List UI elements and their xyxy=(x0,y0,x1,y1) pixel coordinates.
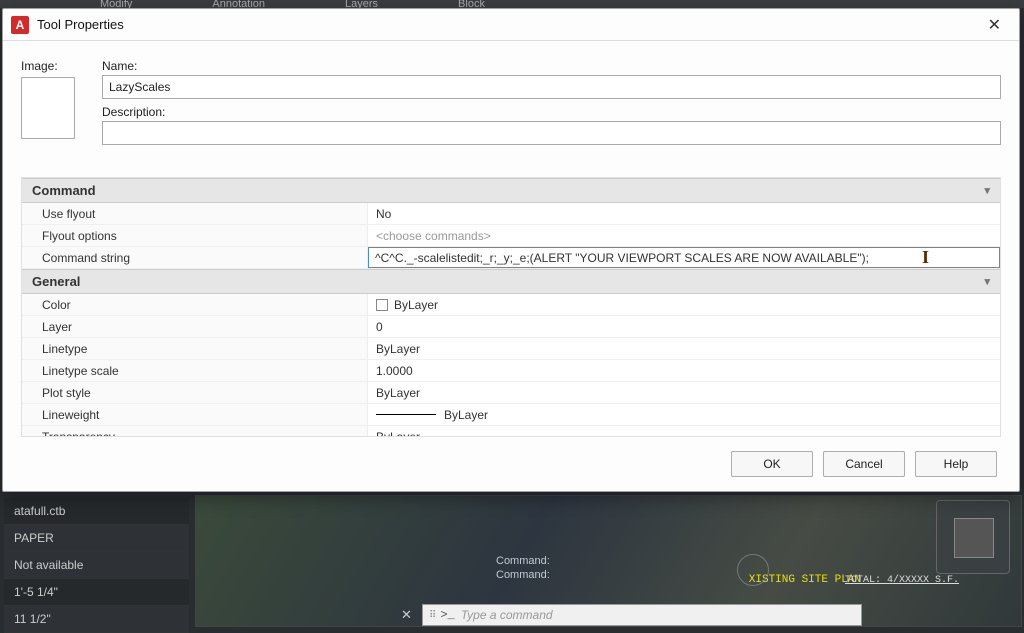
prop-row-flyout-options[interactable]: Flyout options <choose commands> xyxy=(22,225,1000,247)
prop-row-color[interactable]: Color ByLayer xyxy=(22,294,1000,316)
name-input[interactable] xyxy=(102,75,1001,99)
description-label: Description: xyxy=(102,105,1001,119)
list-item[interactable]: Not available xyxy=(4,552,189,579)
color-swatch-icon xyxy=(376,299,388,311)
section-title: Command xyxy=(32,183,96,198)
prop-row-command-string[interactable]: Command string ^C^C._-scalelistedit;_r;_… xyxy=(22,247,1000,269)
prop-value[interactable]: ByLayer xyxy=(368,338,1000,359)
view-cube-face[interactable] xyxy=(954,518,994,558)
prop-value[interactable]: ByLayer xyxy=(368,404,1000,425)
drag-handle-icon[interactable]: ⠿ xyxy=(429,610,436,621)
prop-row-use-flyout[interactable]: Use flyout No xyxy=(22,203,1000,225)
list-item[interactable]: atafull.ctb xyxy=(4,498,189,525)
lineweight-sample-icon xyxy=(376,414,436,415)
description-input[interactable] xyxy=(102,121,1001,145)
section-header-general[interactable]: General ▾ xyxy=(22,269,1000,294)
prop-row-plot-style[interactable]: Plot style ByLayer xyxy=(22,382,1000,404)
list-item[interactable]: PAPER xyxy=(4,525,189,552)
prop-row-lineweight[interactable]: Lineweight ByLayer xyxy=(22,404,1000,426)
chevron-down-icon[interactable]: ▾ xyxy=(984,275,990,288)
prop-label: Linetype scale xyxy=(22,360,368,381)
dialog-buttons: OK Cancel Help xyxy=(3,437,1019,491)
view-cube[interactable] xyxy=(936,500,1010,574)
prop-label: Use flyout xyxy=(22,203,368,224)
command-history: Command: Command: xyxy=(496,554,550,582)
prop-value[interactable]: No xyxy=(368,203,1000,224)
command-string-text: ^C^C._-scalelistedit;_r;_y;_e;(ALERT "YO… xyxy=(375,251,869,265)
ok-button[interactable]: OK xyxy=(731,451,813,477)
prop-value[interactable]: <choose commands> xyxy=(368,225,1000,246)
image-label: Image: xyxy=(21,59,86,73)
chevron-down-icon[interactable]: ▾ xyxy=(984,184,990,197)
prop-row-layer[interactable]: Layer 0 xyxy=(22,316,1000,338)
command-string-input[interactable]: ^C^C._-scalelistedit;_r;_y;_e;(ALERT "YO… xyxy=(368,247,1000,268)
prop-label: Linetype xyxy=(22,338,368,359)
section-header-command[interactable]: Command ▾ xyxy=(22,178,1000,203)
prop-row-transparency[interactable]: Transparency ByLayer xyxy=(22,426,1000,437)
prop-value[interactable]: 1.0000 xyxy=(368,360,1000,381)
properties-grid: Command ▾ Use flyout No Flyout options <… xyxy=(21,177,1001,437)
prop-label: Color xyxy=(22,294,368,315)
cancel-button[interactable]: Cancel xyxy=(823,451,905,477)
dialog-titlebar[interactable]: A Tool Properties ✕ xyxy=(3,9,1019,41)
prop-label: Flyout options xyxy=(22,225,368,246)
prop-label: Command string xyxy=(22,247,368,268)
command-prompt: >_ xyxy=(440,608,454,622)
compass-icon xyxy=(737,554,769,586)
section-title: General xyxy=(32,274,80,289)
prop-value[interactable]: ByLayer xyxy=(368,294,1000,315)
prop-row-linetype[interactable]: Linetype ByLayer xyxy=(22,338,1000,360)
prop-value-text: ByLayer xyxy=(444,408,488,422)
command-line[interactable]: ✕ ⠿ >_ Type a command xyxy=(422,604,862,626)
close-icon[interactable]: ✕ xyxy=(401,607,412,623)
close-button[interactable]: ✕ xyxy=(978,11,1011,39)
prop-value[interactable]: ByLayer xyxy=(368,382,1000,403)
prop-row-linetype-scale[interactable]: Linetype scale 1.0000 xyxy=(22,360,1000,382)
prop-value[interactable]: 0 xyxy=(368,316,1000,337)
properties-panel-background: atafull.ctb PAPER Not available 1'-5 1/4… xyxy=(4,498,189,633)
name-label: Name: xyxy=(102,59,1001,73)
total-area-text: TOTAL: 4/XXXXX S.F. xyxy=(845,575,959,586)
prop-label: Lineweight xyxy=(22,404,368,425)
list-item[interactable]: 1'-5 1/4" xyxy=(4,579,189,606)
tool-properties-dialog: A Tool Properties ✕ Image: Name: Descrip… xyxy=(2,8,1020,492)
tool-image-box[interactable] xyxy=(21,77,75,139)
prop-value[interactable]: ByLayer xyxy=(368,426,1000,437)
app-icon: A xyxy=(11,16,29,34)
dialog-title: Tool Properties xyxy=(37,17,124,32)
prop-label: Plot style xyxy=(22,382,368,403)
prop-value-text: ByLayer xyxy=(394,298,438,312)
prop-label: Transparency xyxy=(22,426,368,437)
command-placeholder: Type a command xyxy=(461,608,553,622)
help-button[interactable]: Help xyxy=(915,451,997,477)
prop-label: Layer xyxy=(22,316,368,337)
background-ribbon: Modify Annotation Layers Block xyxy=(0,0,1024,8)
text-cursor-icon: I xyxy=(922,250,929,264)
